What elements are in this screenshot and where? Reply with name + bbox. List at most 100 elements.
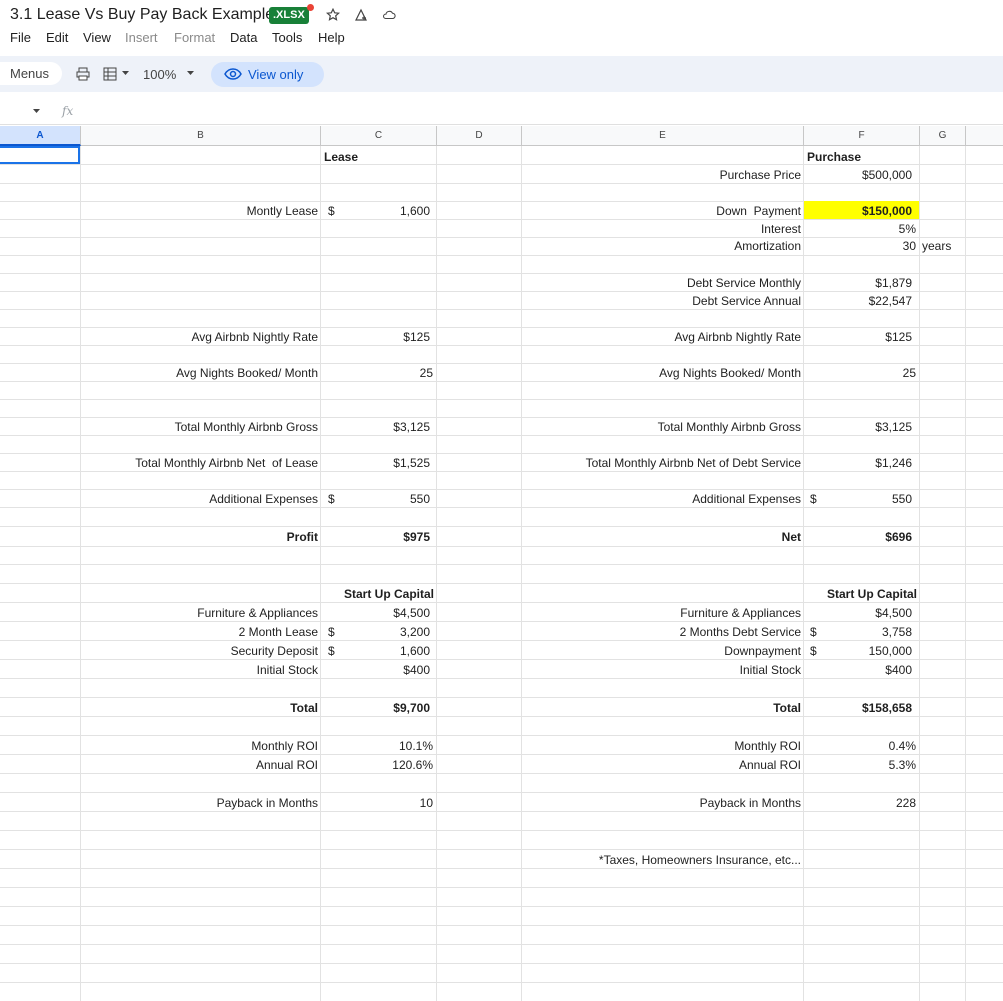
move-to-folder-icon[interactable] — [354, 8, 368, 22]
column-header-f[interactable]: F — [804, 126, 920, 146]
row-gridline — [0, 583, 1003, 584]
menu-file[interactable]: File — [10, 30, 31, 45]
purchase-total-value: $158,658 — [861, 701, 912, 715]
purchase-nights-value: 25 — [902, 366, 916, 380]
lease-gross-value: $3,125 — [393, 420, 430, 434]
file-format-badge: .XLSX — [269, 7, 309, 24]
purchase-down-label: Down Payment — [716, 204, 801, 218]
purchase-header: Purchase — [807, 150, 862, 164]
zoom-chevron-icon[interactable] — [187, 71, 194, 76]
print-icon[interactable] — [76, 67, 90, 81]
purchase-down-value: $150,000 — [861, 204, 912, 218]
row-gridline — [0, 773, 1003, 774]
purchase-furniture-value: $4,500 — [875, 606, 912, 620]
lease-total-value: $9,700 — [393, 701, 430, 715]
purchase-debt-annual-label: Debt Service Annual — [692, 294, 801, 308]
menu-view[interactable]: View — [83, 30, 111, 45]
row-gridline — [0, 602, 1003, 603]
row-gridline — [0, 697, 1003, 698]
row-gridline — [0, 868, 1003, 869]
gridline — [919, 146, 920, 1001]
row-gridline — [0, 471, 1003, 472]
lease-furniture-value: $4,500 — [393, 606, 430, 620]
row-gridline — [0, 399, 1003, 400]
gridline — [965, 146, 966, 1001]
zoom-level[interactable]: 100% — [143, 67, 176, 82]
row-gridline — [0, 546, 1003, 547]
purchase-interest-label: Interest — [760, 222, 801, 236]
cloud-status-icon[interactable] — [382, 8, 396, 22]
lease-nights-value: 25 — [419, 366, 433, 380]
purchase-nightly-label: Avg Airbnb Nightly Rate — [674, 330, 801, 344]
lease-deposit-label: Security Deposit — [230, 644, 318, 658]
row-gridline — [0, 417, 1003, 418]
lease-monthly-value: 1,600 — [399, 204, 430, 218]
row-gridline — [0, 309, 1003, 310]
purchase-debt-annual-value: $22,547 — [868, 294, 912, 308]
lease-two-month-label: 2 Month Lease — [238, 625, 318, 639]
view-only-button[interactable]: View only — [211, 62, 324, 87]
row-gridline — [0, 982, 1003, 983]
purchase-annual-roi-label: Annual ROI — [738, 758, 801, 772]
lease-nightly-value: $125 — [403, 330, 430, 344]
lease-monthly-roi-label: Monthly ROI — [251, 739, 318, 753]
row-gridline — [0, 453, 1003, 454]
purchase-downpayment-value: 150,000 — [868, 644, 912, 658]
row-gridline — [0, 963, 1003, 964]
purchase-stock-value: $400 — [885, 663, 912, 677]
row-gridline — [0, 291, 1003, 292]
eye-icon — [224, 68, 242, 80]
star-icon[interactable] — [326, 8, 340, 22]
paint-format-icon[interactable] — [103, 67, 117, 81]
row-gridline — [0, 716, 1003, 717]
row-gridline — [0, 564, 1003, 565]
selected-cell-a1[interactable] — [0, 146, 80, 164]
purchase-stock-label: Initial Stock — [739, 663, 801, 677]
purchase-net-total-value: $696 — [885, 530, 912, 544]
gridline — [436, 146, 437, 1001]
lease-payback-value: 10 — [419, 796, 433, 810]
menu-edit[interactable]: Edit — [46, 30, 68, 45]
lease-expenses-value: 550 — [409, 492, 430, 506]
column-header-a[interactable]: A — [0, 126, 81, 146]
row-gridline — [0, 849, 1003, 850]
column-header-c[interactable]: C — [321, 126, 437, 146]
chevron-down-icon[interactable] — [122, 71, 129, 76]
row-gridline — [0, 906, 1003, 907]
row-gridline — [0, 219, 1003, 220]
row-gridline — [0, 363, 1003, 364]
name-box-chevron-icon[interactable] — [33, 109, 40, 114]
purchase-amort-unit: years — [922, 239, 952, 253]
view-only-label: View only — [248, 67, 304, 82]
column-header-b[interactable]: B — [81, 126, 321, 146]
column-header-d[interactable]: D — [437, 126, 522, 146]
menu-data[interactable]: Data — [230, 30, 257, 45]
row-gridline — [0, 435, 1003, 436]
lease-monthly-roi-value: 10.1% — [398, 739, 433, 753]
purchase-amort-label: Amortization — [734, 239, 801, 253]
column-header-blank — [966, 126, 1003, 146]
menu-format: Format — [174, 30, 216, 45]
lease-expenses-label: Additional Expenses — [209, 492, 318, 506]
lease-total-label: Total — [290, 701, 318, 715]
purchase-price-value: $500,000 — [861, 168, 912, 182]
purchase-monthly-roi-value: 0.4% — [888, 739, 916, 753]
lease-furniture-label: Furniture & Appliances — [197, 606, 318, 620]
purchase-gross-value: $3,125 — [875, 420, 912, 434]
notification-dot — [307, 4, 314, 11]
column-header-e[interactable]: E — [522, 126, 804, 146]
purchase-expenses-label: Additional Expenses — [692, 492, 801, 506]
purchase-payback-label: Payback in Months — [699, 796, 801, 810]
document-title[interactable]: 3.1 Lease Vs Buy Pay Back Example — [10, 6, 274, 24]
menu-help[interactable]: Help — [318, 30, 345, 45]
purchase-furniture-label: Furniture & Appliances — [680, 606, 801, 620]
column-header-g[interactable]: G — [920, 126, 966, 146]
lease-payback-label: Payback in Months — [216, 796, 318, 810]
row-gridline — [0, 255, 1003, 256]
row-gridline — [0, 659, 1003, 660]
lease-annual-roi-value: 120.6% — [392, 758, 433, 772]
fx-icon: fx — [62, 104, 74, 118]
menus-button[interactable]: Menus — [0, 62, 62, 85]
lease-stock-label: Initial Stock — [256, 663, 318, 677]
menu-tools[interactable]: Tools — [272, 30, 302, 45]
